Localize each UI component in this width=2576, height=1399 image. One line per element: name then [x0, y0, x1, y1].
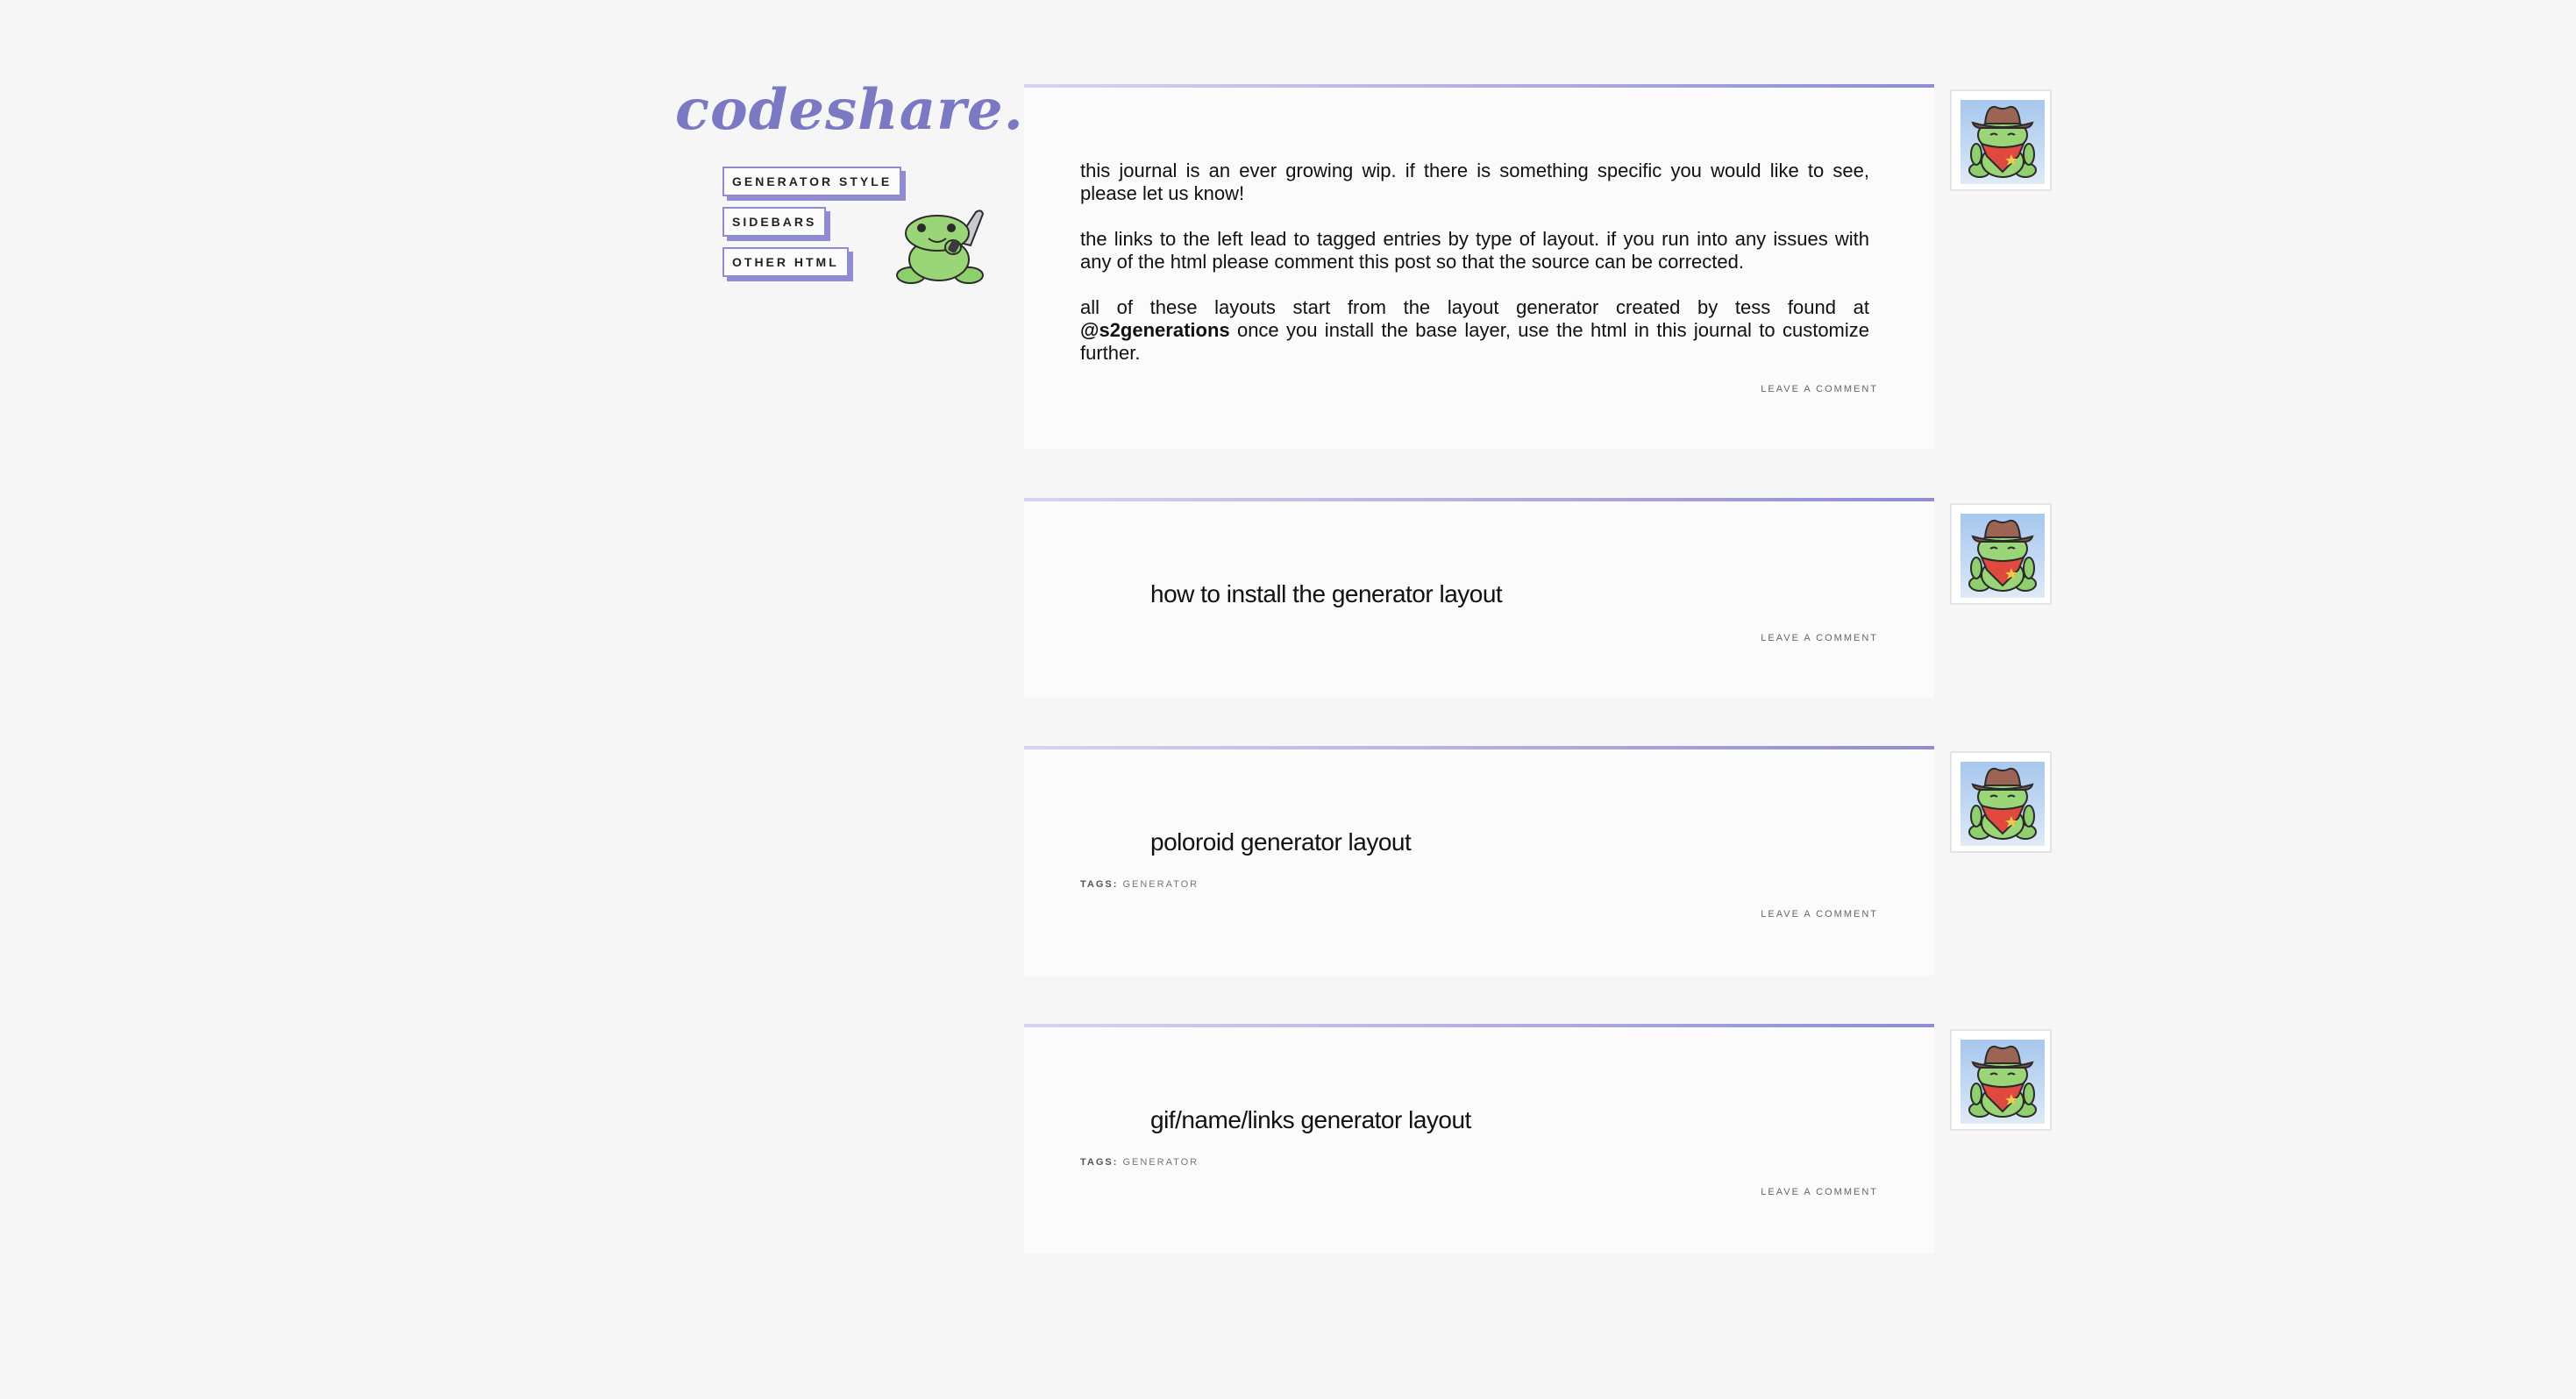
sidebar-nav: GENERATOR STYLE SIDEBARS OTHER HTML [722, 167, 902, 288]
entry-subject[interactable]: poloroid generator layout [1150, 828, 1412, 856]
entry-paragraph: this journal is an ever growing wip. if … [1080, 160, 1869, 204]
userpic[interactable] [1950, 1029, 2052, 1131]
leave-comment-link[interactable]: LEAVE A COMMENT [1761, 909, 1878, 920]
nav-link-other-html[interactable]: OTHER HTML [722, 247, 849, 277]
entry-text-fragment: all of these layouts start from the layo… [1080, 296, 1869, 318]
cowboy-frog-icon [1968, 1045, 2037, 1118]
leave-comment-link[interactable]: LEAVE A COMMENT [1761, 1187, 1878, 1197]
journal-entry: gif/name/links generator layout TAGS: GE… [1024, 1024, 1934, 1253]
userpic[interactable] [1950, 751, 2052, 853]
entry-subject[interactable]: how to install the generator layout [1150, 580, 1503, 608]
cowboy-frog-icon [1968, 105, 2037, 178]
site-title[interactable]: codeshare. [675, 77, 1024, 143]
userpic[interactable] [1950, 503, 2052, 605]
cowboy-frog-icon [1968, 767, 2037, 840]
entry-paragraph: the links to the left lead to tagged ent… [1080, 228, 1869, 273]
entry-tags: TAGS: GENERATOR [1080, 1157, 1199, 1168]
journal-entry: this journal is an ever growing wip. if … [1024, 84, 1934, 449]
entry-body: this journal is an ever growing wip. if … [1080, 160, 1869, 387]
entry-tags: TAGS: GENERATOR [1080, 879, 1199, 890]
sidebar: codeshare. GENERATOR STYLE SIDEBARS OTHE… [675, 77, 1023, 305]
frog-with-knife-icon [896, 209, 985, 284]
journal-entry: how to install the generator layout LEAV… [1024, 498, 1934, 698]
userpic[interactable] [1950, 89, 2052, 191]
tags-label: TAGS: [1080, 1157, 1119, 1168]
tags-label: TAGS: [1080, 879, 1119, 890]
leave-comment-link[interactable]: LEAVE A COMMENT [1761, 633, 1878, 643]
cowboy-frog-icon [1968, 519, 2037, 592]
leave-comment-link[interactable]: LEAVE A COMMENT [1761, 384, 1878, 394]
journal-entry: poloroid generator layout TAGS: GENERATO… [1024, 746, 1934, 976]
user-handle-link[interactable]: @s2generations [1080, 319, 1230, 341]
tag-link[interactable]: GENERATOR [1122, 879, 1199, 890]
nav-link-generator-style[interactable]: GENERATOR STYLE [722, 167, 902, 196]
entry-paragraph: all of these layouts start from the layo… [1080, 296, 1869, 365]
nav-link-sidebars[interactable]: SIDEBARS [722, 207, 827, 237]
entry-subject[interactable]: gif/name/links generator layout [1150, 1106, 1471, 1134]
tag-link[interactable]: GENERATOR [1122, 1157, 1199, 1168]
